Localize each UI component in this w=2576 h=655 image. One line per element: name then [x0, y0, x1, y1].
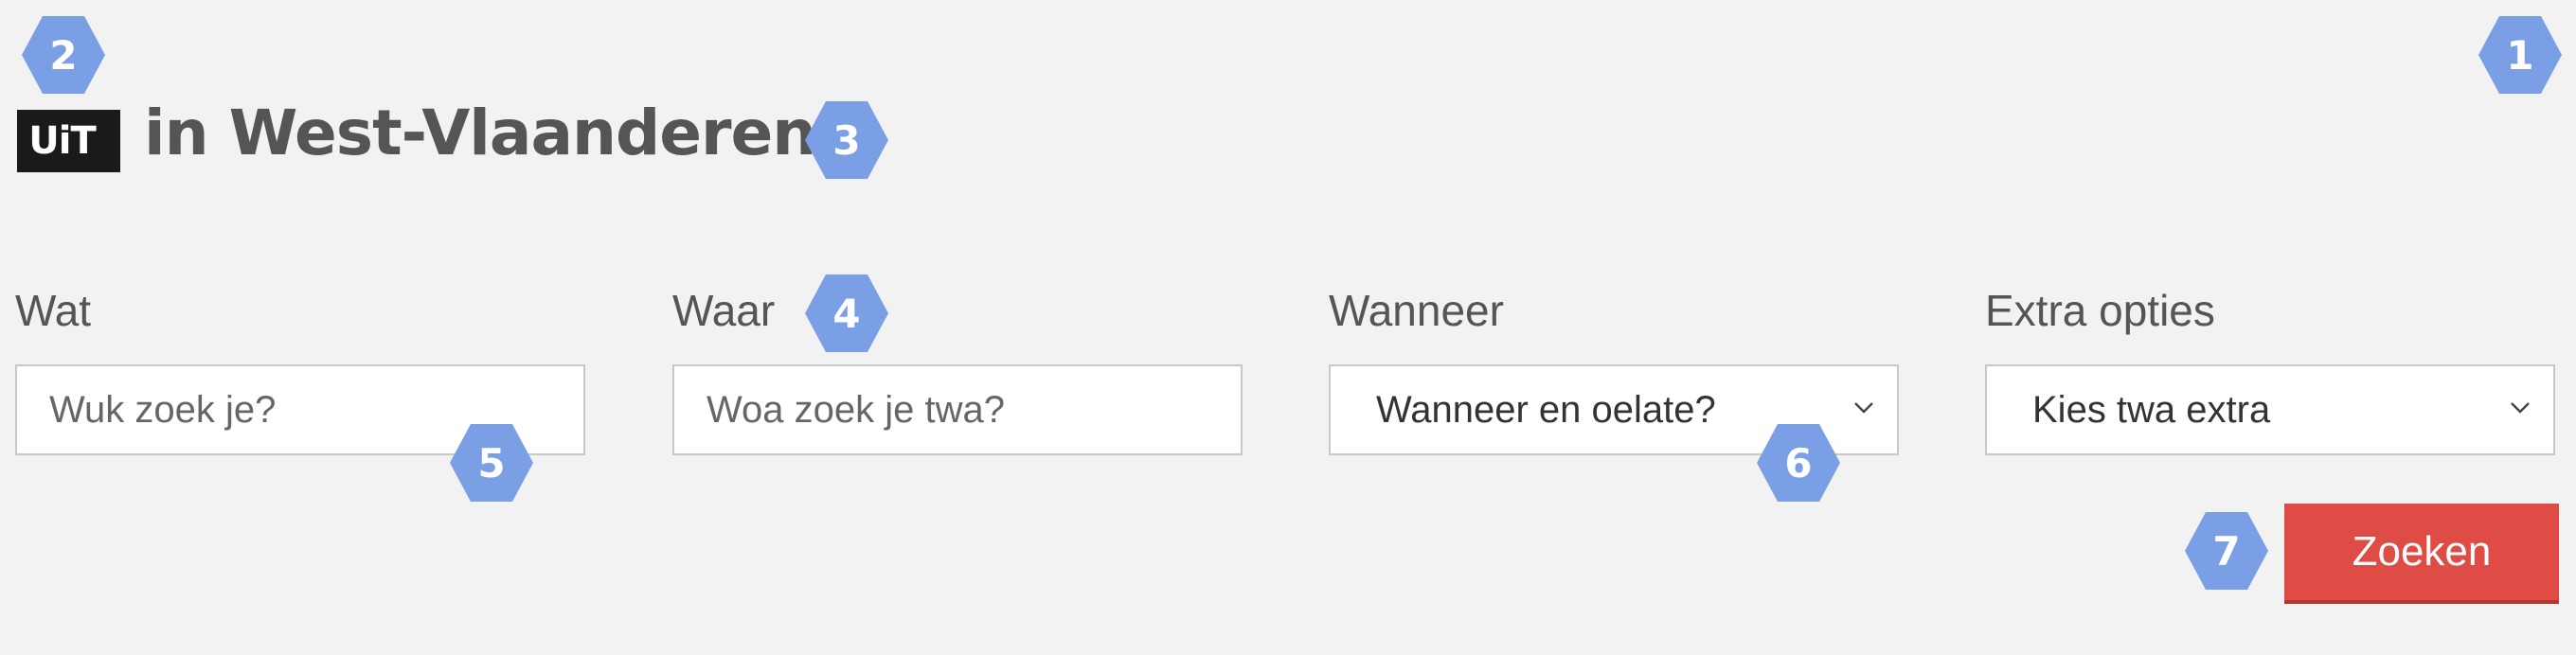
- wat-label: Wat: [15, 286, 92, 335]
- marker-7: 7: [2185, 512, 2268, 590]
- extra-opties-label: Extra opties: [1985, 286, 2215, 335]
- zoeken-button[interactable]: Zoeken: [2284, 504, 2559, 604]
- wanneer-select-value: Wanneer en oelate?: [1376, 389, 1716, 431]
- extra-opties-select-value: Kies twa extra: [2032, 389, 2271, 431]
- uit-logo[interactable]: UiT: [17, 110, 120, 172]
- waar-input[interactable]: [674, 366, 1241, 453]
- marker-2: 2: [22, 16, 105, 94]
- chevron-down-icon: [2511, 402, 2530, 414]
- logo-text: UiT: [28, 119, 96, 163]
- waar-label: Waar: [672, 286, 776, 335]
- marker-3: 3: [805, 101, 888, 179]
- waar-field: [672, 364, 1243, 455]
- marker-4: 4: [805, 274, 888, 352]
- chevron-down-icon: [1854, 402, 1873, 414]
- wanneer-label: Wanneer: [1329, 286, 1504, 335]
- extra-opties-select[interactable]: Kies twa extra: [1985, 364, 2555, 455]
- page-title: in West-Vlaanderen: [144, 97, 816, 169]
- marker-1: 1: [2478, 16, 2562, 94]
